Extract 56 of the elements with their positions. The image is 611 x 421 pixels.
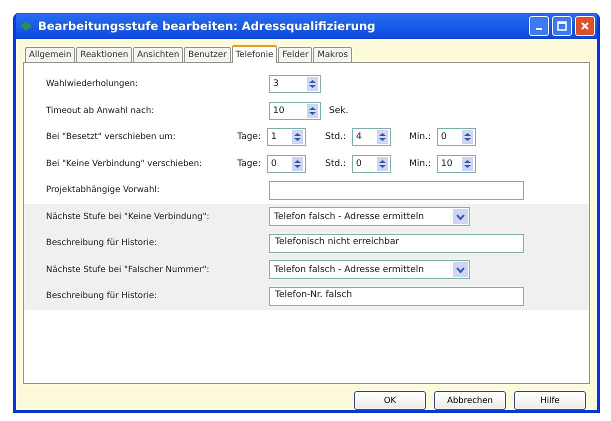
spinner-field[interactable]: 0 — [267, 154, 306, 173]
spin-arrows-icon[interactable] — [292, 130, 303, 144]
minimize-button[interactable] — [529, 16, 549, 36]
tab[interactable]: Reaktionen — [76, 47, 132, 62]
maximize-icon[interactable] — [557, 21, 567, 31]
unit-label: Min.: — [408, 132, 431, 142]
unit-label: Std.: — [324, 132, 346, 142]
tab[interactable]: Telefonie — [232, 45, 278, 63]
caret-icon[interactable] — [453, 209, 468, 224]
tab[interactable]: Benutzer — [184, 47, 231, 62]
field-label: Beschreibung für Historie: — [46, 291, 158, 302]
tab[interactable]: Makros — [313, 47, 352, 62]
spinner-field[interactable]: 0 — [437, 128, 476, 146]
spin-arrows-icon[interactable] — [377, 156, 388, 171]
field-label: Bei "Besetzt" verschieben um: — [46, 132, 177, 142]
spinner-field[interactable]: 1 — [267, 128, 306, 146]
spin-arrows-icon[interactable] — [462, 156, 473, 171]
tab[interactable]: Allgemein — [25, 47, 76, 62]
spin-arrows-icon[interactable] — [307, 77, 318, 92]
text-field[interactable]: Telefonisch nicht erreichbar — [269, 234, 524, 253]
field-label: Beschreibung für Historie: — [46, 238, 158, 248]
field-label: Wahlwiederholungen: — [46, 79, 139, 90]
field-label: Nächste Stufe bei "Keine Verbindung": — [46, 212, 210, 222]
tab[interactable]: Felder — [278, 47, 312, 62]
text-field[interactable] — [269, 180, 524, 200]
unit-label: Tage: — [236, 132, 261, 142]
unit-label: Tage: — [236, 158, 261, 169]
spin-arrows-icon[interactable] — [292, 156, 303, 171]
spinner-field[interactable]: 3 — [269, 75, 321, 94]
spinner-field[interactable]: 4 — [352, 128, 391, 146]
tab[interactable]: Ansichten — [133, 47, 184, 62]
unit-label: Sek. — [329, 106, 348, 116]
spin-arrows-icon[interactable] — [377, 130, 388, 144]
text-field[interactable]: Telefon-Nr. falsch — [269, 286, 524, 306]
unit-label: Min.: — [408, 158, 431, 169]
field-label: Timeout ab Anwahl nach: — [46, 106, 156, 116]
spin-arrows-icon[interactable] — [307, 104, 318, 118]
spinner-field[interactable]: 10 — [269, 102, 321, 120]
window-title: Bearbeitungsstufe bearbeiten: Adressqualifizierung — [38, 19, 376, 33]
spinner-field[interactable]: 10 — [437, 154, 476, 173]
dialog-button[interactable]: Abbrechen — [434, 391, 506, 410]
spin-arrows-icon[interactable] — [462, 130, 473, 144]
field-label: Bei "Keine Verbindung" verschieben: — [46, 158, 204, 169]
field-label: Nächste Stufe bei "Falscher Nummer": — [46, 264, 210, 275]
maximize-button[interactable] — [552, 16, 572, 36]
unit-label: Std.: — [324, 158, 346, 169]
dialog-button[interactable]: Hilfe — [514, 391, 586, 410]
dropdown[interactable]: Telefon falsch - Adresse ermitteln — [269, 207, 470, 226]
close-icon[interactable] — [580, 21, 590, 31]
close-button[interactable] — [575, 16, 595, 36]
spinner-field[interactable]: 0 — [352, 154, 391, 173]
dropdown[interactable]: Telefon falsch - Adresse ermitteln — [269, 260, 470, 280]
dialog-button[interactable]: OK — [354, 391, 426, 410]
caret-icon[interactable] — [453, 262, 468, 278]
field-label: Projektabhängige Vorwahl: — [46, 185, 161, 196]
app-icon — [19, 20, 33, 32]
